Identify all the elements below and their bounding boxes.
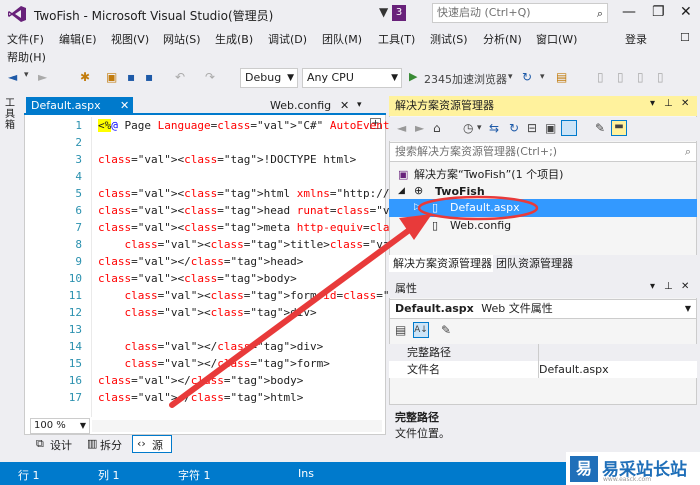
status-char: 字符 1 (178, 469, 211, 482)
highlight-ellipse (417, 195, 539, 221)
status-row: 行 1 (18, 469, 40, 482)
annotation-arrow-shaft (169, 225, 415, 408)
annotation-overlay (169, 195, 539, 408)
status-insert-mode: Ins (298, 467, 314, 480)
watermark-url: www.easck.com (603, 476, 652, 483)
status-column: 列 1 (98, 469, 120, 482)
watermark-logo: 易 (570, 456, 598, 482)
